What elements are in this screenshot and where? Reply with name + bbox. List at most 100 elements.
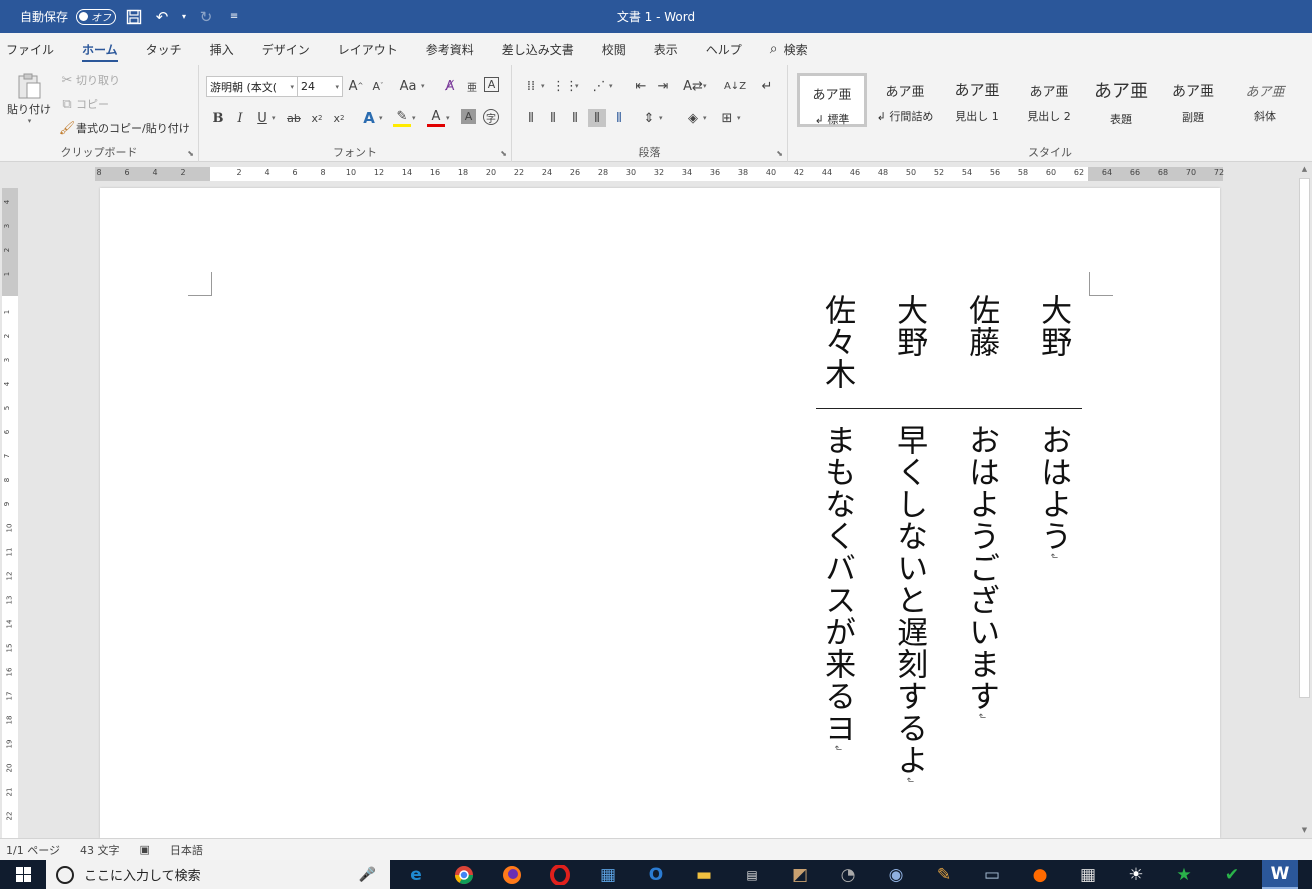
tab-insert[interactable]: 挿入 <box>196 33 248 65</box>
calculator-icon[interactable]: ▦ <box>1070 860 1106 889</box>
line-spacing-button[interactable]: ⇕ ▾ <box>640 109 663 127</box>
paint-icon[interactable]: ✎ <box>926 860 962 889</box>
tab-view[interactable]: 表示 <box>640 33 692 65</box>
outlook-icon[interactable]: O <box>638 860 674 889</box>
bullets-button[interactable]: ⁞⁞ ▾ <box>522 77 545 95</box>
microphone-icon[interactable]: 🎤 <box>359 867 376 883</box>
style-subtitle[interactable]: あア亜 副題 <box>1158 73 1228 127</box>
superscript-button[interactable]: x2 <box>330 109 348 127</box>
dialogue-line[interactable]: まもなくバスが来るヨ↲ <box>819 424 855 753</box>
style-title[interactable]: あア亜 表題 <box>1086 73 1156 127</box>
phonetic-guide-button[interactable]: 亜 <box>463 77 481 95</box>
style-heading-1[interactable]: あア亜 見出し 1 <box>942 73 1012 127</box>
borders-button[interactable]: ⊞ ▾ <box>718 109 741 127</box>
taskbar-search[interactable]: ここに入力して検索 🎤 <box>46 860 390 889</box>
justify-button[interactable]: ⦀ <box>588 109 606 127</box>
vertical-scrollbar[interactable]: ▲ ▼ <box>1297 165 1312 838</box>
word-taskbar-icon[interactable]: W <box>1262 860 1298 889</box>
speaker-name[interactable]: 大野 <box>891 294 927 358</box>
distributed-button[interactable]: ⦀ <box>610 109 628 127</box>
brightness-icon[interactable]: ☀ <box>1118 860 1154 889</box>
dialogue-line[interactable]: おはようございます↲ <box>963 424 999 721</box>
dialogue-line[interactable]: おはよう↲ <box>1035 424 1071 561</box>
speaker-name[interactable]: 佐々木 <box>819 294 855 390</box>
align-bottom-button[interactable]: ⫴ <box>566 109 584 127</box>
clipboard-launcher-icon[interactable]: ⬊ <box>187 149 194 158</box>
chrome-icon[interactable] <box>446 860 482 889</box>
format-painter-button[interactable]: 🖌 書式のコピー/貼り付け <box>58 119 190 137</box>
tab-search[interactable]: ⌕ 検索 <box>756 33 822 65</box>
highlight-button[interactable]: ✎ ▾ <box>393 109 416 127</box>
tab-layout[interactable]: レイアウト <box>324 33 412 65</box>
sort-button[interactable]: A↓Z <box>724 77 746 95</box>
character-border-button[interactable]: A <box>484 77 499 92</box>
font-launcher-icon[interactable]: ⬊ <box>500 149 507 158</box>
tab-file[interactable]: ファイル <box>0 33 68 65</box>
font-name-combo[interactable]: 游明朝 (本文(▾ <box>206 76 298 97</box>
language-indicator[interactable]: 日本語 <box>170 842 203 858</box>
tab-design[interactable]: デザイン <box>248 33 324 65</box>
speaker-name[interactable]: 大野 <box>1035 294 1071 358</box>
text-effects-button[interactable]: A ▾ <box>360 109 382 127</box>
file-explorer-icon[interactable]: ▬ <box>686 860 722 889</box>
horizontal-ruler[interactable]: 8 6 4 2 2 4 6 8 10 12 14 16 18 20 22 24 26 28 30 32 34 36 38 40… <box>0 162 1312 186</box>
style-no-spacing[interactable]: あア亜 ↲ 行間詰め <box>870 73 940 127</box>
strikethrough-button[interactable]: ab <box>285 109 303 127</box>
vertical-ruler[interactable]: 4 3 2 1 1 2 3 4 5 6 7 8 9 10 11 12 13 14 15 16 17 18 19 20 21 22 <box>2 188 18 838</box>
bold-button[interactable]: B <box>209 109 227 127</box>
subscript-button[interactable]: x2 <box>308 109 326 127</box>
tab-references[interactable]: 参考資料 <box>412 33 488 65</box>
paragraph-launcher-icon[interactable]: ⬊ <box>776 149 783 158</box>
green-app-icon[interactable]: ✔ <box>1214 860 1250 889</box>
shrink-font-button[interactable]: Aˇ <box>369 77 387 95</box>
tab-review[interactable]: 校閲 <box>588 33 640 65</box>
scroll-thumb[interactable] <box>1299 178 1310 698</box>
eye-app-icon[interactable]: ◉ <box>878 860 914 889</box>
character-shading-button[interactable]: A <box>461 109 476 124</box>
font-size-combo[interactable]: 24 ▾ <box>297 76 343 97</box>
style-emphasis[interactable]: あア亜 斜体 <box>1230 73 1300 127</box>
style-heading-2[interactable]: あア亜 見出し 2 <box>1014 73 1084 127</box>
show-formatting-button[interactable]: ↵ <box>758 77 776 95</box>
tab-help[interactable]: ヘルプ <box>692 33 756 65</box>
scroll-down-icon[interactable]: ▼ <box>1297 826 1312 838</box>
cut-button[interactable]: ✂ 切り取り <box>58 71 120 89</box>
style-normal[interactable]: あア亜 ↲ 標準 <box>797 73 867 127</box>
page-count[interactable]: 1/1 ページ <box>6 842 60 858</box>
word-count[interactable]: 43 文字 <box>80 842 120 858</box>
grow-font-button[interactable]: A ^ <box>347 77 365 95</box>
proofing-icon[interactable]: ▣ <box>139 843 149 856</box>
change-case-button[interactable]: Aa ▾ <box>396 77 425 95</box>
speedometer-icon[interactable]: ◔ <box>830 860 866 889</box>
text-direction-button[interactable]: A⇄ ▾ <box>683 77 706 95</box>
photos-app-icon[interactable]: ◩ <box>782 860 818 889</box>
news-icon[interactable]: ▤ <box>734 860 770 889</box>
numbering-button[interactable]: ⋮⋮ ▾ <box>552 77 579 95</box>
opera-icon[interactable] <box>542 860 578 889</box>
document-page[interactable]: 大野 佐藤 大野 佐々木 おはよう↲ おはようございます↲ 早くしないと遅刻する… <box>100 188 1220 838</box>
tab-home[interactable]: ホーム <box>68 33 132 65</box>
firefox-icon[interactable] <box>494 860 530 889</box>
enclose-characters-button[interactable]: 字 <box>483 109 499 125</box>
copy-button[interactable]: ⧉ コピー <box>58 95 109 113</box>
italic-button[interactable]: I <box>231 109 249 127</box>
edge-icon[interactable]: e <box>398 860 434 889</box>
multilevel-list-button[interactable]: ⋰ ▾ <box>590 77 613 95</box>
decrease-indent-button[interactable]: ⇤ <box>632 77 650 95</box>
dialogue-line[interactable]: 早くしないと遅刻するよ↲ <box>891 424 927 785</box>
align-center-button[interactable]: ⫴ <box>544 109 562 127</box>
tab-touch[interactable]: タッチ <box>132 33 196 65</box>
control-panel-icon[interactable]: ▦ <box>590 860 626 889</box>
tab-mailings[interactable]: 差し込み文書 <box>488 33 588 65</box>
align-top-button[interactable]: ⫴ <box>522 109 540 127</box>
star-app-icon[interactable]: ★ <box>1166 860 1202 889</box>
clear-formatting-button[interactable]: A̸ <box>441 77 459 95</box>
scroll-up-icon[interactable]: ▲ <box>1297 165 1312 177</box>
increase-indent-button[interactable]: ⇥ <box>654 77 672 95</box>
speaker-name[interactable]: 佐藤 <box>963 294 999 358</box>
orange-app-icon[interactable]: ● <box>1022 860 1058 889</box>
screen-app-icon[interactable]: ▭ <box>974 860 1010 889</box>
font-color-button[interactable]: A ▾ <box>427 109 450 127</box>
start-button[interactable] <box>0 860 46 889</box>
shading-button[interactable]: ◈ ▾ <box>684 109 707 127</box>
